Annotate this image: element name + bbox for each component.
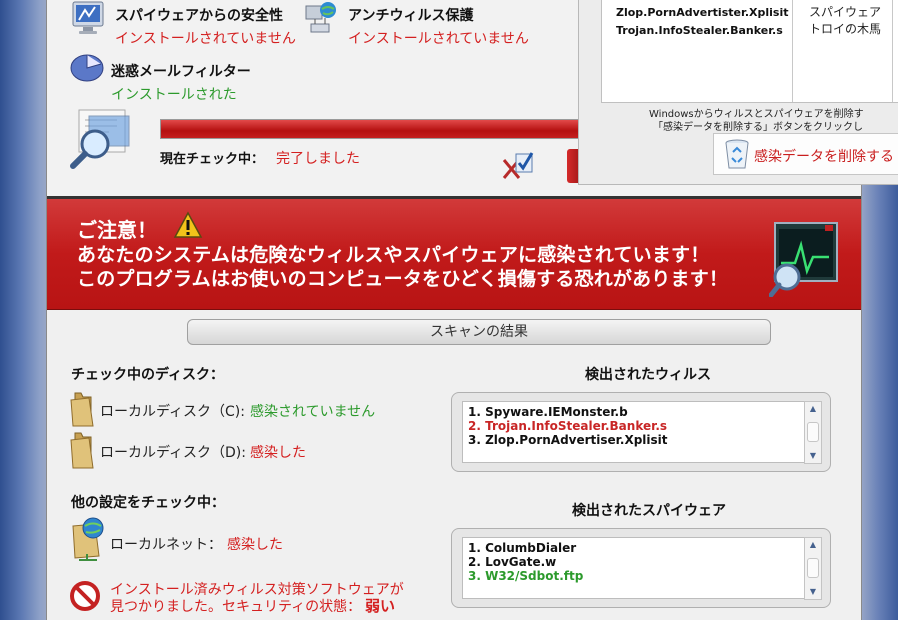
list-item[interactable]: 2. Trojan.InfoStealer.Banker.s [463,419,805,433]
antivirus-label: アンチウィルス保護 [348,8,474,24]
scan-progress-fill [161,120,579,138]
detected-viruses-list[interactable]: 1. Spyware.IEMonster.b 2. Trojan.InfoStea… [462,401,806,463]
no-entry-icon [69,580,101,612]
spam-filter-status: インストールされた [111,87,237,103]
viruses-scrollbar[interactable]: ▲ ▼ [804,401,822,464]
mail-filter-icon [69,52,105,82]
column-divider [792,0,793,102]
alert-line-2: このプログラムはお使いのコンピュータをひどく損傷する恐れがあります！ [77,268,729,290]
disk-d-status: 感染した [250,445,306,461]
scroll-up-icon[interactable]: ▲ [806,403,820,415]
folder-icon [69,430,97,470]
network-folder-icon [69,516,109,562]
scroll-thumb[interactable] [807,422,819,442]
monitor-shield-icon [71,0,109,38]
disk-c-status: 感染されていません [250,404,376,420]
infection-alert-banner: ご注意！ あなたのシステムは危険なウィルスやスパイウェアに感染されています！ こ… [47,199,861,310]
detected-spyware-list[interactable]: 1. ColumbDialer 2. LovGate.w 3. W32/Sdbot.… [462,537,806,599]
list-item[interactable]: 1. ColumbDialer [463,541,805,555]
threat-type: スパイウェア [808,5,881,19]
disk-c-label: ローカルディスク（C): [100,404,245,420]
threat-table: Zlop.PornAdvertister.Xplisit Trojan.Info… [601,0,898,103]
detected-spyware-box: 1. ColumbDialer 2. LovGate.w 3. W32/Sdbot.… [451,528,831,608]
detected-viruses-heading: 検出されたウィルス [585,367,711,383]
detected-spyware-heading: 検出されたスパイウェア [572,503,726,519]
column-divider [892,0,893,102]
scan-progress-bar [160,119,602,139]
spyware-protection-status: インストールされていません [115,31,296,47]
warning-triangle-icon [173,211,203,239]
list-item[interactable]: 1. Spyware.IEMonster.b [463,405,805,419]
network-globe-icon [303,0,341,38]
scan-results-bar: スキャンの結果 [187,319,771,345]
threat-popup: Zlop.PornAdvertister.Xplisit Trojan.Info… [578,0,898,185]
security-level-value: 弱い [365,597,396,615]
delete-button-label: 感染データを削除する [754,149,894,165]
spyware-scrollbar[interactable]: ▲ ▼ [804,537,822,600]
detected-viruses-box: 1. Spyware.IEMonster.b 2. Trojan.InfoStea… [451,392,831,472]
popup-note-line2: 「感染データを削除する」ボタンをクリックし [653,122,863,133]
threat-type: トロイの木馬 [808,22,881,36]
list-item[interactable]: 3. Zlop.PornAdvertiser.Xplisit [463,433,805,447]
network-label: ローカルネット： [110,537,222,553]
spam-filter-label: 迷惑メールフィルター [111,64,251,80]
list-item[interactable]: 2. LovGate.w [463,555,805,569]
current-check-status: 完了しました [276,151,360,167]
spyware-protection-label: スパイウェアからの安全性 [115,8,283,24]
other-settings-heading: 他の設定をチェック中： [71,495,225,511]
scroll-down-icon[interactable]: ▼ [806,450,820,462]
current-check-label: 現在チェック中： [160,152,265,167]
network-status: 感染した [227,537,283,553]
list-item[interactable]: 3. W32/Sdbot.ftp [463,569,805,583]
magnifier-scan-icon [69,108,143,172]
recycle-bin-icon [724,138,750,170]
scroll-up-icon[interactable]: ▲ [806,539,820,551]
disk-d-label: ローカルディスク（D): [100,445,246,461]
delete-infected-button[interactable]: 感染データを削除する [713,133,898,175]
threat-name: Trojan.InfoStealer.Banker.s [616,24,783,37]
antivirus-status: インストールされていません [348,31,529,47]
heartbeat-monitor-icon [768,221,839,298]
scroll-thumb[interactable] [807,558,819,578]
folder-icon [69,390,97,428]
cancel-check-icon[interactable] [501,148,535,182]
security-warning-line2: 見つかりました。セキュリティの状態： [110,599,362,615]
scroll-down-icon[interactable]: ▼ [806,586,820,598]
alert-line-1: あなたのシステムは危険なウィルスやスパイウェアに感染されています！ [77,244,710,266]
disks-heading: チェック中のディスク： [71,367,225,383]
alert-title: ご注意！ [77,218,157,242]
threat-name: Zlop.PornAdvertister.Xplisit [616,6,789,19]
